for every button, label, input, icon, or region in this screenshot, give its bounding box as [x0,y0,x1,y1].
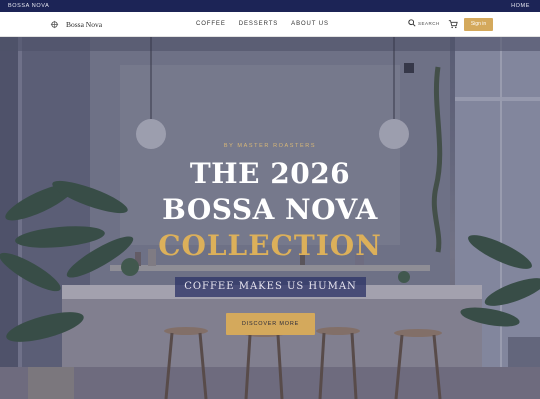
hero-tagline-box: COFFEE MAKES US HUMAN [175,277,366,297]
nav-links: COFFEE DESSERTS ABOUT US [196,21,329,27]
hero-title-line-2: BOSSA NOVA [162,193,378,226]
navigation-bar: Bossa Nova COFFEE DESSERTS ABOUT US SEAR… [0,12,540,37]
top-strip-brand: BOSSA NOVA [8,3,50,9]
top-strip: BOSSA NOVA HOME [0,0,540,12]
search-button[interactable]: SEARCH [408,19,440,27]
cart-icon[interactable] [448,19,458,29]
home-link[interactable]: HOME [511,3,530,9]
sign-in-button[interactable]: Sign in [464,18,493,31]
hero-title-line-1: THE 2026 [189,157,351,190]
nav-link-coffee[interactable]: COFFEE [196,21,226,27]
hero-kicker: BY MASTER ROASTERS [223,143,317,149]
nav-link-desserts[interactable]: DESSERTS [239,21,278,27]
logo-icon[interactable] [50,20,59,29]
nav-link-about-us[interactable]: ABOUT US [291,21,329,27]
hero-section: BY MASTER ROASTERS THE 2026 BOSSA NOVA C… [0,37,540,399]
discover-more-button[interactable]: DISCOVER MORE [226,313,315,335]
search-icon [408,19,416,27]
hero-tagline: COFFEE MAKES US HUMAN [184,281,357,292]
search-label: SEARCH [418,20,440,26]
logo-text[interactable]: Bossa Nova [66,20,102,29]
hero-title-line-3: COLLECTION [158,229,382,262]
